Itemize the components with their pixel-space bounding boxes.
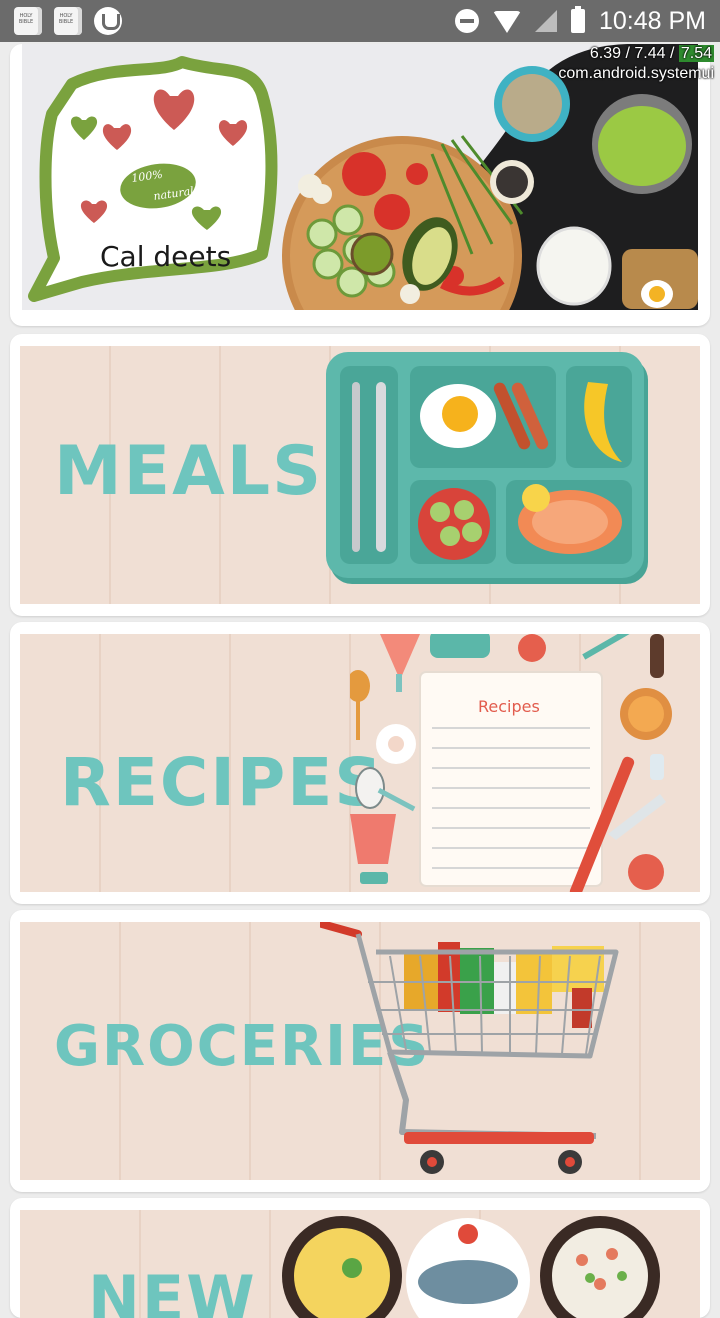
cpu-load-values: 6.39 / 7.44 / 7.54: [589, 45, 714, 62]
cpu-load-overlay: 6.39 / 7.44 / 7.54 com.android.systemui: [558, 44, 714, 84]
overlay-process-name: com.android.systemui: [558, 65, 714, 82]
groceries-banner: GROCERIES: [20, 922, 700, 1180]
wifi-icon: [492, 11, 521, 33]
notification-icons: HOLY BIBLE HOLY BIBLE: [14, 6, 122, 36]
groceries-card[interactable]: GROCERIES: [10, 910, 710, 1192]
utorrent-icon: [94, 7, 122, 35]
meals-card[interactable]: MEALS: [10, 334, 710, 616]
recipes-note-title: Recipes: [478, 697, 540, 716]
dishes-illustration: [282, 1216, 660, 1318]
new-card[interactable]: NEW: [10, 1198, 710, 1318]
kitchen-utensils-illustration: Recipes: [350, 634, 672, 892]
battery-icon: [570, 6, 585, 33]
clock: 10:48 PM: [598, 6, 706, 35]
shopping-cart-illustration: [320, 922, 619, 1174]
no-signal-icon: [534, 10, 557, 32]
status-bar: HOLY BIBLE HOLY BIBLE 10:48 PM: [0, 0, 720, 42]
system-icons: 10:48 PM: [454, 0, 706, 42]
do-not-disturb-icon: [454, 9, 479, 33]
new-banner: NEW: [20, 1210, 700, 1318]
header-banner-card: 100% natural Cal deets: [10, 44, 710, 326]
app-logo-text: Cal deets: [100, 240, 231, 273]
meal-tray-illustration: [326, 352, 648, 584]
recipes-card[interactable]: RECIPES Recipes: [10, 622, 710, 904]
holy-bible-icon: HOLY BIBLE: [54, 7, 82, 35]
holy-bible-icon: HOLY BIBLE: [14, 7, 42, 35]
recipes-banner: RECIPES Recipes: [20, 634, 700, 892]
meals-label: MEALS: [54, 432, 324, 511]
new-label: NEW: [88, 1262, 257, 1318]
recipes-label: RECIPES: [60, 744, 384, 821]
meals-banner: MEALS: [20, 346, 700, 604]
